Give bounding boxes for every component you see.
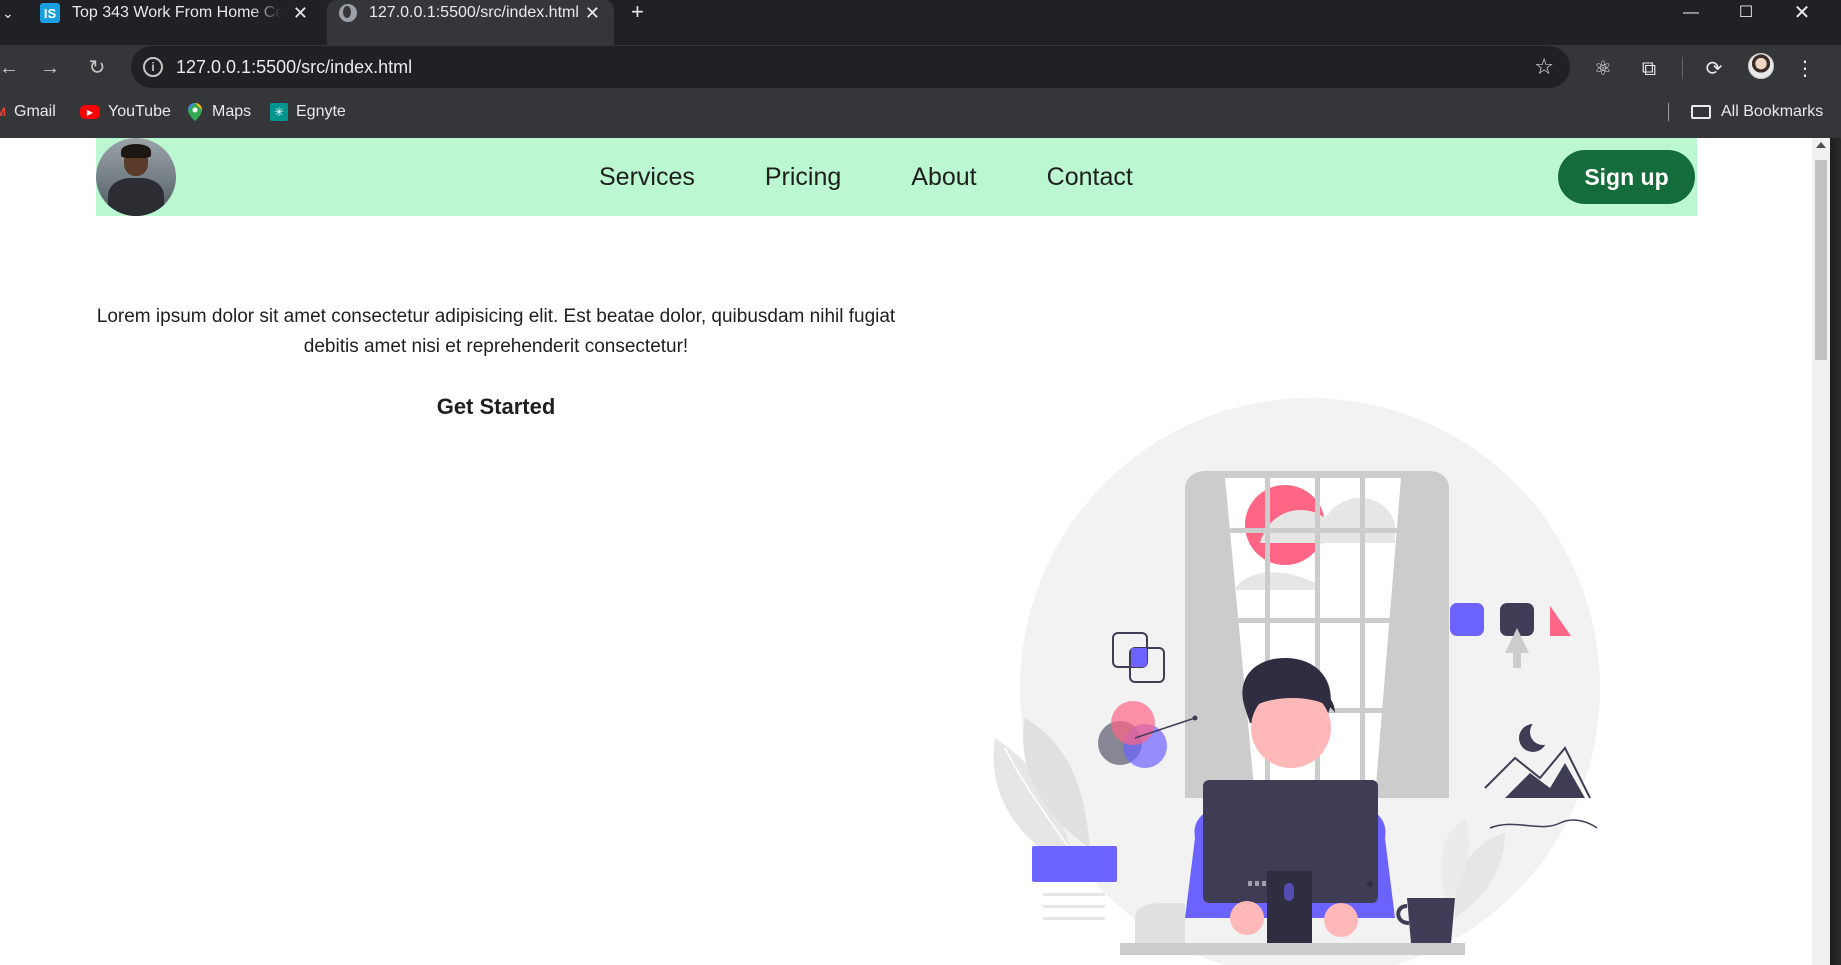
monitor-port bbox=[1262, 881, 1266, 886]
window-bar bbox=[1360, 478, 1365, 798]
nav-link-services[interactable]: Services bbox=[599, 163, 695, 192]
site-navbar: Services Pricing About Contact Sign up bbox=[96, 138, 1697, 216]
reload-icon[interactable]: ↻ bbox=[84, 55, 110, 81]
person-hand-right bbox=[1324, 903, 1358, 937]
purple-device bbox=[1032, 846, 1117, 882]
bookmark-gmail[interactable]: M Gmail bbox=[0, 91, 56, 133]
gmail-icon: M bbox=[0, 105, 6, 119]
url-text[interactable]: 127.0.0.1:5500/src/index.html bbox=[176, 46, 412, 88]
monitor-stand bbox=[1267, 871, 1312, 951]
bookmarks-divider bbox=[1668, 103, 1669, 121]
desk-lamp-base bbox=[1135, 903, 1185, 943]
browser-toolbar: ← → ↻ i 127.0.0.1:5500/src/index.html ☆ … bbox=[0, 45, 1841, 91]
bookmark-label: YouTube bbox=[108, 103, 171, 120]
purple-tile bbox=[1450, 603, 1484, 636]
profile-logo[interactable] bbox=[96, 138, 176, 216]
get-started-button[interactable]: Get Started bbox=[96, 394, 896, 420]
bookmark-label: Egnyte bbox=[296, 103, 346, 120]
menu-kebab-icon[interactable]: ⋮ bbox=[1791, 55, 1819, 83]
line-deco bbox=[1043, 893, 1105, 896]
all-bookmarks-label: All Bookmarks bbox=[1721, 103, 1824, 120]
nav-links: Services Pricing About Contact bbox=[599, 138, 1203, 216]
close-tab-icon[interactable]: ✕ bbox=[585, 3, 600, 24]
work-from-home-illustration bbox=[993, 398, 1600, 965]
bookmark-maps[interactable]: Maps bbox=[186, 91, 251, 133]
page-scrollbar[interactable] bbox=[1812, 138, 1830, 965]
react-devtools-icon[interactable]: ⚛ bbox=[1589, 55, 1617, 83]
nav-link-contact[interactable]: Contact bbox=[1047, 163, 1133, 192]
bookmark-youtube[interactable]: ▶ YouTube bbox=[80, 91, 171, 133]
all-bookmarks-button[interactable]: All Bookmarks bbox=[1691, 91, 1823, 133]
performance-icon[interactable]: ⟳ bbox=[1700, 55, 1728, 83]
monitor-stand-logo bbox=[1284, 883, 1294, 901]
adjacent-window-edge bbox=[1830, 138, 1841, 965]
venn-circle-pink bbox=[1111, 701, 1155, 745]
pointer-dot bbox=[1192, 715, 1198, 721]
bookmark-egnyte[interactable]: ✳ Egnyte bbox=[270, 91, 346, 133]
new-tab-button[interactable]: + bbox=[631, 0, 644, 26]
tab-work-from-home[interactable]: IS Top 343 Work From Home Com ✕ bbox=[36, 0, 322, 26]
page-viewport: Services Pricing About Contact Sign up L… bbox=[0, 138, 1812, 965]
scroll-up-arrow-icon[interactable] bbox=[1816, 142, 1826, 148]
back-arrow-icon[interactable]: ← bbox=[0, 55, 22, 81]
desk-surface bbox=[1120, 943, 1465, 955]
line-deco bbox=[1043, 917, 1105, 920]
is-favicon-icon: IS bbox=[40, 3, 60, 23]
close-tab-icon[interactable]: ✕ bbox=[293, 3, 308, 24]
nav-link-about[interactable]: About bbox=[911, 163, 976, 192]
monitor-port bbox=[1248, 881, 1252, 886]
coffee-mug bbox=[1407, 898, 1455, 943]
person-hand-left bbox=[1230, 901, 1264, 935]
signup-button[interactable]: Sign up bbox=[1558, 150, 1695, 204]
minimize-button[interactable]: — bbox=[1666, 0, 1716, 26]
forward-arrow-icon[interactable]: → bbox=[37, 55, 63, 81]
logo-body bbox=[108, 178, 164, 216]
monitor-port bbox=[1255, 881, 1259, 886]
egnyte-icon: ✳ bbox=[270, 103, 288, 121]
toolbar-divider bbox=[1682, 57, 1683, 79]
close-window-button[interactable]: ✕ bbox=[1777, 0, 1827, 26]
hero-description: Lorem ipsum dolor sit amet consectetur a… bbox=[96, 306, 896, 357]
address-bar[interactable]: i 127.0.0.1:5500/src/index.html ☆ bbox=[131, 46, 1570, 88]
bookmarks-bar: M Gmail ▶ YouTube Maps ✳ Egnyte All Book… bbox=[0, 91, 1841, 138]
tab-strip: ⌄ IS Top 343 Work From Home Com ✕ 127.0.… bbox=[0, 0, 1841, 45]
scroll-thumb[interactable] bbox=[1815, 160, 1827, 360]
line-deco bbox=[1043, 905, 1105, 908]
maximize-button[interactable]: ☐ bbox=[1721, 0, 1771, 26]
tab-search-chevron-icon[interactable]: ⌄ bbox=[0, 0, 14, 26]
tab-title: Top 343 Work From Home Com bbox=[72, 4, 282, 21]
globe-icon bbox=[339, 4, 357, 22]
tab-localhost[interactable]: 127.0.0.1:5500/src/index.html ✕ bbox=[327, 0, 614, 45]
profile-avatar[interactable] bbox=[1748, 53, 1774, 79]
filled-square bbox=[1131, 648, 1147, 667]
nav-link-pricing[interactable]: Pricing bbox=[765, 163, 841, 192]
window-bar bbox=[1235, 618, 1400, 623]
site-info-icon[interactable]: i bbox=[143, 57, 163, 77]
bookmark-label: Gmail bbox=[14, 103, 56, 120]
window-bar bbox=[1230, 528, 1405, 533]
maps-icon bbox=[186, 103, 204, 121]
logo-hair bbox=[121, 144, 151, 158]
youtube-icon: ▶ bbox=[80, 105, 100, 119]
extensions-puzzle-icon[interactable]: ⧉ bbox=[1635, 55, 1663, 83]
moon-cutout bbox=[1530, 719, 1556, 745]
monitor-led bbox=[1367, 881, 1373, 887]
folder-icon bbox=[1691, 105, 1711, 119]
tab-title: 127.0.0.1:5500/src/index.html bbox=[369, 4, 579, 21]
bookmark-star-icon[interactable]: ☆ bbox=[1534, 54, 1554, 80]
bookmark-label: Maps bbox=[212, 103, 252, 120]
